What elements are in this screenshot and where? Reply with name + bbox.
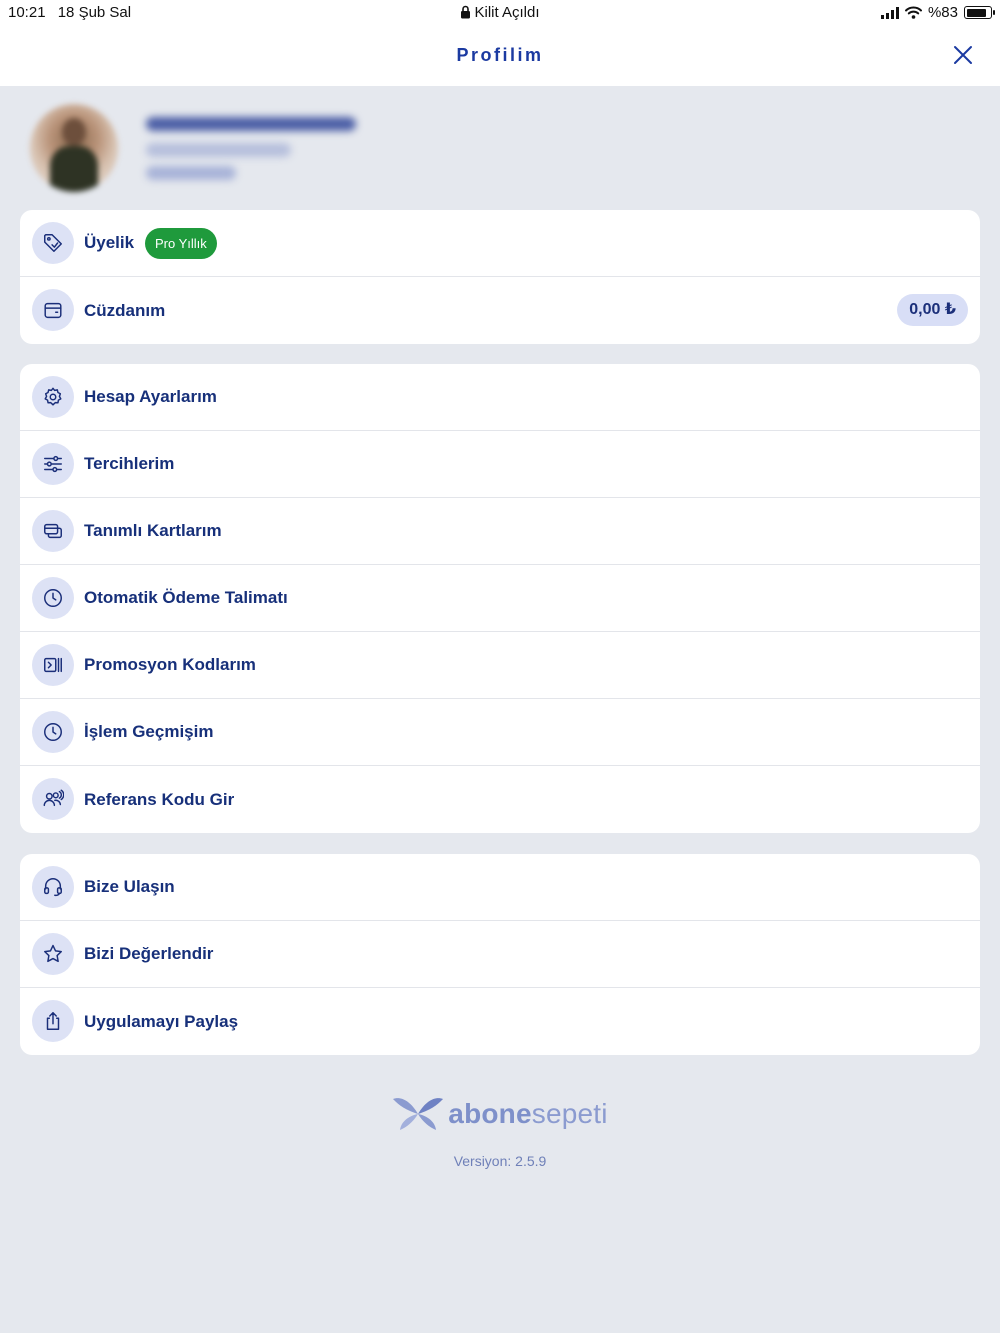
status-bar-right: %83: [880, 4, 995, 21]
menu-item-label: Bize Ulaşın: [84, 877, 175, 896]
menu-item-label: Tanımlı Kartlarım: [84, 521, 222, 540]
profile-header[interactable]: [28, 100, 388, 196]
lock-status-text: Kilit Açıldı: [474, 4, 540, 21]
clock-icon: [32, 577, 74, 619]
status-bar-center: Kilit Açıldı: [0, 4, 1000, 21]
wallet-label: Cüzdanım: [84, 300, 166, 320]
lock-icon: [461, 5, 471, 19]
menu-item-label: Bizi Değerlendir: [84, 944, 214, 963]
nav-bar: Profilim: [0, 26, 1000, 86]
brand-logo: abonesepeti: [0, 1094, 1000, 1134]
status-bar: 10:21 18 Şub Sal Kilit Açıldı %83: [0, 0, 1000, 26]
account-settings-card: Hesap Ayarlarım Tercihlerim Tanımlı Kart…: [20, 364, 980, 833]
users-icon: [32, 778, 74, 820]
menu-item-contact-us[interactable]: Bize Ulaşın: [20, 854, 980, 921]
menu-item-share-app[interactable]: Uygulamayı Paylaş: [20, 988, 980, 1055]
membership-card: Üyelik Pro Yıllık Cüzdanım 0,00 ₺: [20, 210, 980, 344]
menu-item-label: Hesap Ayarlarım: [84, 387, 217, 406]
wallet-row[interactable]: Cüzdanım 0,00 ₺: [20, 277, 980, 344]
membership-label: Üyelik: [84, 233, 135, 252]
profile-phone-blurred: [146, 166, 236, 180]
star-icon: [32, 933, 74, 975]
menu-item-promo-codes[interactable]: Promosyon Kodlarım: [20, 632, 980, 699]
menu-item-saved-cards[interactable]: Tanımlı Kartlarım: [20, 498, 980, 565]
menu-item-preferences[interactable]: Tercihlerim: [20, 431, 980, 498]
app-version: Versiyon: 2.5.9: [453, 1153, 547, 1169]
support-card: Bize Ulaşın Bizi Değerlendir Uygulamayı …: [20, 854, 980, 1055]
menu-item-transaction-history[interactable]: İşlem Geçmişim: [20, 699, 980, 766]
profile-email-blurred: [146, 143, 291, 157]
menu-item-label: Otomatik Ödeme Talimatı: [84, 588, 288, 607]
close-icon[interactable]: [952, 44, 974, 66]
battery-percent: %83: [927, 4, 958, 21]
gear-icon: [32, 376, 74, 418]
promo-code-icon: [32, 644, 74, 686]
headset-icon: [32, 866, 74, 908]
menu-item-account-settings[interactable]: Hesap Ayarlarım: [20, 364, 980, 431]
profile-name-blurred: [146, 117, 356, 131]
menu-item-rate-us[interactable]: Bizi Değerlendir: [20, 921, 980, 988]
menu-item-label: Tercihlerim: [84, 454, 175, 473]
wifi-icon: [904, 6, 922, 19]
tag-icon: [32, 222, 74, 264]
butterfly-logo-icon: [393, 1098, 444, 1130]
menu-item-referral-code[interactable]: Referans Kodu Gir: [20, 766, 980, 833]
menu-item-auto-payment[interactable]: Otomatik Ödeme Talimatı: [20, 565, 980, 632]
cards-icon: [32, 510, 74, 552]
sliders-icon: [32, 443, 74, 485]
menu-item-label: Promosyon Kodlarım: [84, 655, 256, 674]
share-icon: [32, 1000, 74, 1042]
membership-badge: Pro Yıllık: [145, 228, 217, 259]
avatar: [30, 104, 118, 192]
menu-item-label: Uygulamayı Paylaş: [84, 1011, 239, 1031]
menu-item-label: İşlem Geçmişim: [84, 722, 214, 741]
cellular-signal-icon: [880, 6, 899, 19]
wallet-icon: [32, 289, 74, 331]
brand-bold: abone: [448, 1098, 532, 1129]
membership-row[interactable]: Üyelik Pro Yıllık: [20, 210, 980, 277]
battery-icon: [964, 6, 995, 19]
brand-light: sepeti: [531, 1098, 608, 1129]
history-icon: [32, 711, 74, 753]
menu-item-label: Referans Kodu Gir: [84, 789, 235, 809]
wallet-balance: 0,00 ₺: [897, 294, 968, 326]
page-title: Profilim: [456, 45, 544, 65]
brand-wordmark: abonesepeti: [448, 1098, 607, 1130]
